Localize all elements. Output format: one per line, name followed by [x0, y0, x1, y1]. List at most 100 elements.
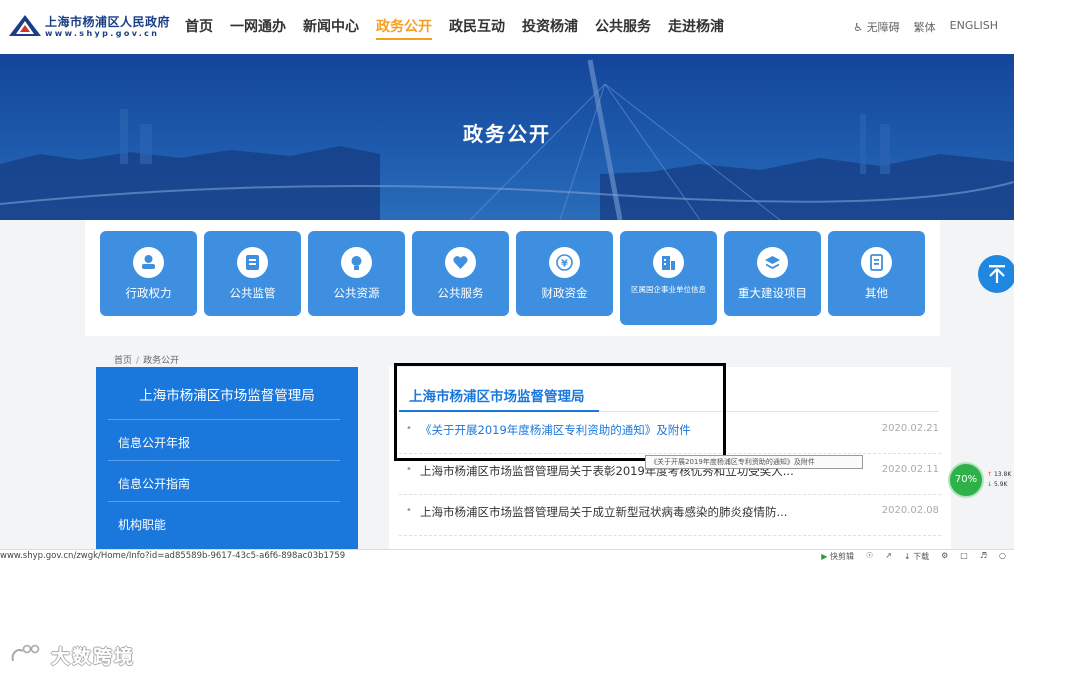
tab-active-indicator — [399, 410, 599, 412]
news-date: 2020.02.08 — [881, 505, 939, 516]
watermark: 大数跨境 — [9, 640, 135, 670]
download-speed-value: 5.9K — [993, 481, 1008, 488]
nav-home[interactable]: 首页 — [185, 16, 213, 40]
link-tooltip: 《关于开展2019年度杨浦区专利资助的通知》及附件 — [645, 455, 863, 469]
share-icon[interactable]: ↗ — [885, 551, 892, 562]
monitor-icon — [237, 247, 268, 278]
bullet-icon: • — [406, 423, 412, 434]
breadcrumb-current[interactable]: 政务公开 — [143, 356, 179, 366]
site-logo[interactable]: 上海市杨浦区人民政府 www.shyp.gov.cn — [8, 12, 173, 42]
sidebar-title: 上海市杨浦区市场监督管理局 — [139, 388, 315, 404]
category-other[interactable]: 其他 — [828, 231, 925, 316]
breadcrumb-home[interactable]: 首页 — [114, 356, 132, 366]
document-icon — [861, 247, 892, 278]
header-links: ♿ 无障碍 繁体 ENGLISH — [853, 19, 998, 35]
news-title[interactable]: 《关于开展2019年度杨浦区专利资助的通知》及附件 — [420, 422, 691, 438]
browser-statusbar: www.shyp.gov.cn/zwgk/Home/Info?id=ad8558… — [0, 549, 1014, 562]
nav-about-yangpu[interactable]: 走进杨浦 — [668, 16, 724, 40]
download-label: 下载 — [913, 552, 930, 561]
download-button[interactable]: ↓ 下载 — [904, 551, 929, 562]
category-public-resources[interactable]: 公共资源 — [308, 231, 405, 316]
category-label: 区属国企事业单位信息 — [631, 285, 706, 294]
breadcrumb-separator: / — [136, 356, 140, 366]
main-nav: 首页 一网通办 新闻中心 政务公开 政民互动 投资杨浦 公共服务 走进杨浦 — [185, 16, 724, 40]
category-label: 公共服务 — [437, 286, 484, 300]
upload-speed: ↑ 13.8K — [987, 471, 1011, 478]
watermark-text: 大数跨境 — [51, 645, 136, 668]
download-icon: ↓ — [903, 552, 911, 561]
yuan-icon: ¥ — [549, 247, 580, 278]
building-icon — [653, 247, 684, 278]
news-date: 2020.02.21 — [881, 423, 939, 434]
lightbulb-icon — [341, 247, 372, 278]
upload-arrow-icon: ↑ — [987, 471, 993, 478]
accessibility-link[interactable]: ♿ 无障碍 — [853, 19, 899, 35]
quick-clip-button[interactable]: ▶ 快剪辑 — [821, 551, 854, 562]
category-label: 财政资金 — [541, 286, 588, 300]
category-state-owned-enterprises[interactable]: 区属国企事业单位信息 — [620, 231, 717, 325]
layers-icon — [757, 247, 788, 278]
english-link[interactable]: ENGLISH — [950, 19, 998, 35]
sidebar: 上海市杨浦区市场监督管理局 信息公开年报 信息公开指南 机构职能 — [96, 367, 358, 562]
news-date: 2020.02.11 — [881, 464, 939, 475]
play-icon: ▶ — [821, 552, 828, 561]
accessibility-icon: ♿ — [853, 21, 864, 34]
page: 上海市杨浦区人民政府 www.shyp.gov.cn 首页 一网通办 新闻中心 … — [0, 0, 1080, 675]
news-title[interactable]: 上海市杨浦区市场监督管理局关于成立新型冠状病毒感染的肺炎疫情防... — [420, 504, 787, 520]
bullet-icon: • — [406, 464, 412, 475]
news-item[interactable]: • 上海市杨浦区市场监督管理局关于成立新型冠状病毒感染的肺炎疫情防... 202… — [399, 495, 941, 536]
network-meter[interactable]: 70% ↑ 13.8K ↓ 5.9K — [948, 462, 1014, 498]
page-banner: 政务公开 — [0, 54, 1014, 220]
sidebar-item-annual-report[interactable]: 信息公开年报 — [108, 419, 340, 460]
browser-viewport: 上海市杨浦区人民政府 www.shyp.gov.cn 首页 一网通办 新闻中心 … — [0, 0, 1014, 562]
site-url-en: www.shyp.gov.cn — [45, 29, 160, 38]
window-icon[interactable]: □ — [960, 551, 968, 562]
heart-icon — [445, 247, 476, 278]
traditional-chinese-link[interactable]: 繁体 — [914, 19, 936, 35]
nav-one-stop-service[interactable]: 一网通办 — [230, 16, 286, 40]
network-percent: 70% — [954, 474, 978, 485]
accessibility-label: 无障碍 — [866, 21, 900, 34]
category-public-service[interactable]: 公共服务 — [412, 231, 509, 316]
download-arrow-icon: ↓ — [987, 481, 993, 488]
status-tools: ▶ 快剪辑 ☉ ↗ ↓ 下载 ⚙ □ ♬ ○ — [821, 551, 1006, 562]
category-panel: 行政权力 公共监管 公共资源 公共服务 ¥ 财政资金 区属国企事业单位信息 重大… — [85, 220, 940, 336]
sound-icon[interactable]: ♬ — [980, 551, 987, 562]
news-item[interactable]: • 《关于开展2019年度杨浦区专利资助的通知》及附件 2020.02.21 — [399, 413, 941, 454]
category-administrative-power[interactable]: 行政权力 — [100, 231, 197, 316]
settings-icon[interactable]: ⚙ — [941, 551, 948, 562]
upload-speed-value: 13.8K — [993, 471, 1012, 478]
svg-text:¥: ¥ — [561, 259, 568, 270]
accelerate-icon[interactable]: ☉ — [866, 551, 873, 562]
sidebar-item-functions[interactable]: 机构职能 — [108, 501, 340, 542]
sidebar-item-disclosure-guide[interactable]: 信息公开指南 — [108, 460, 340, 501]
category-label: 其他 — [865, 286, 888, 300]
person-icon — [133, 247, 164, 278]
watermark-logo-icon — [11, 644, 40, 662]
nav-news-center[interactable]: 新闻中心 — [303, 16, 359, 40]
quick-clip-label: 快剪辑 — [829, 552, 854, 561]
site-header: 上海市杨浦区人民政府 www.shyp.gov.cn 首页 一网通办 新闻中心 … — [0, 0, 1014, 54]
nav-public-interaction[interactable]: 政民互动 — [449, 16, 505, 40]
category-label: 行政权力 — [125, 286, 172, 300]
nav-investment[interactable]: 投资杨浦 — [522, 16, 578, 40]
status-url: www.shyp.gov.cn/zwgk/Home/Info?id=ad8558… — [0, 551, 346, 561]
nav-government-affairs[interactable]: 政务公开 — [376, 16, 432, 40]
search-icon[interactable]: ○ — [999, 551, 1006, 562]
emblem-icon — [9, 15, 41, 36]
nav-public-service[interactable]: 公共服务 — [595, 16, 651, 40]
tab-market-supervision[interactable]: 上海市杨浦区市场监督管理局 — [409, 385, 585, 405]
breadcrumb: 首页 / 政务公开 — [114, 353, 179, 366]
category-major-construction[interactable]: 重大建设项目 — [724, 231, 821, 316]
network-usage-gauge: 70% — [948, 462, 984, 498]
bullet-icon: • — [406, 505, 412, 516]
download-speed: ↓ 5.9K — [987, 481, 1007, 488]
page-title: 政务公开 — [463, 122, 551, 146]
category-label: 公共资源 — [333, 286, 380, 300]
sidebar-item-label: 信息公开指南 — [118, 477, 191, 491]
back-to-top-button[interactable] — [978, 255, 1014, 293]
category-fiscal-funds[interactable]: ¥ 财政资金 — [516, 231, 613, 316]
category-label: 重大建设项目 — [738, 286, 807, 300]
sidebar-item-label: 信息公开年报 — [118, 436, 191, 450]
category-public-supervision[interactable]: 公共监管 — [204, 231, 301, 316]
